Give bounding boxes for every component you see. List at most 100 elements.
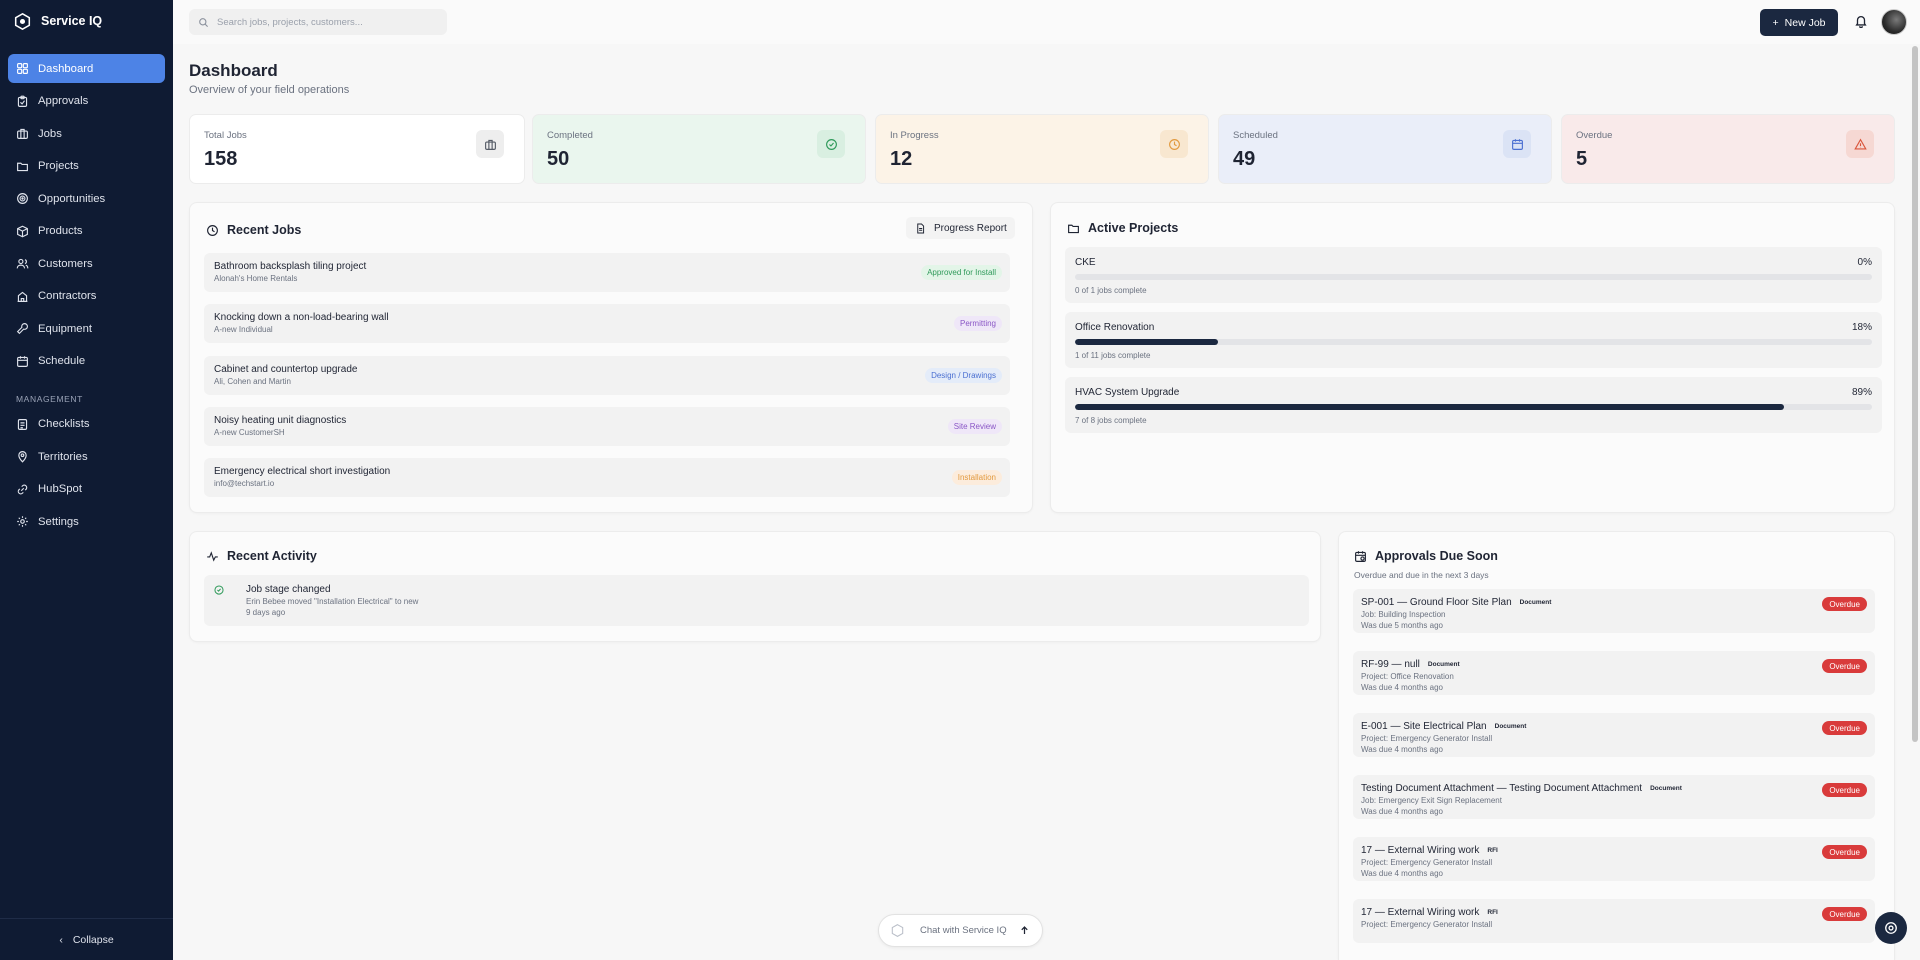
project-progress-track (1075, 274, 1872, 280)
approval-title-line: 17 — External Wiring work RFI (1361, 907, 1498, 918)
overdue-badge: Overdue (1822, 907, 1867, 921)
approval-due: Was due 4 months ago (1361, 807, 1443, 816)
gear-icon (17, 516, 28, 527)
job-customer: Alonah's Home Rentals (214, 274, 298, 283)
project-row[interactable]: HVAC System Upgrade 89% 7 of 8 jobs comp… (1065, 377, 1882, 433)
sidebar-item-contractors[interactable]: Contractors (8, 282, 165, 311)
job-row[interactable]: Noisy heating unit diagnostics A-new Cus… (204, 407, 1010, 446)
page-scrollbar[interactable] (1912, 46, 1918, 742)
job-row[interactable]: Cabinet and countertop upgrade Ali, Cohe… (204, 356, 1010, 395)
stat-icon-box (476, 130, 504, 158)
stat-icon-box (817, 130, 845, 158)
search-placeholder: Search jobs, projects, customers... (217, 16, 363, 28)
approval-title: RF-99 — null (1361, 659, 1420, 670)
page-title: Dashboard (189, 61, 278, 80)
approval-context: Job: Building Inspection (1361, 610, 1446, 619)
stat-label: Completed (547, 130, 593, 141)
project-progress-fill (1075, 404, 1785, 410)
calendar-icon (17, 355, 28, 367)
project-percent: 89% (1851, 387, 1872, 398)
topbar: Search jobs, projects, customers... + Ne… (173, 0, 1920, 44)
checklist-icon (17, 418, 28, 430)
status-badge: Approved for Install (921, 265, 1002, 280)
status-badge: Design / Drawings (925, 368, 1002, 383)
users-icon (16, 258, 29, 269)
project-row[interactable]: CKE 0% 0 of 1 jobs complete (1065, 247, 1882, 303)
approval-due: Was due 4 months ago (1361, 683, 1443, 692)
sidebar-item-dashboard[interactable]: Dashboard (8, 54, 165, 83)
approval-row[interactable]: Testing Document Attachment — Testing Do… (1353, 775, 1875, 819)
folder-icon (1068, 224, 1079, 233)
approval-context: Project: Office Renovation (1361, 672, 1454, 681)
sidebar-nav: Dashboard Approvals Jobs Projects Opport… (0, 54, 173, 536)
stat-card-total-jobs: Total Jobs 158 (189, 114, 525, 184)
sidebar-item-products[interactable]: Products (8, 217, 165, 246)
approvals-header: Approvals Due Soon (1354, 549, 1498, 563)
approval-row[interactable]: RF-99 — null Document Project: Office Ren… (1353, 651, 1875, 695)
sidebar-item-jobs[interactable]: Jobs (8, 119, 165, 148)
chat-input[interactable]: Chat with Service IQ (878, 914, 1043, 947)
job-customer: A-new Individual (214, 325, 273, 334)
approval-title: 17 — External Wiring work (1361, 907, 1480, 918)
progress-report-button[interactable]: Progress Report (906, 217, 1015, 239)
job-row[interactable]: Knocking down a non-load-bearing wall A-… (204, 304, 1010, 343)
sidebar-item-territories[interactable]: Territories (8, 442, 165, 471)
help-icon (1885, 922, 1897, 934)
stat-value: 49 (1233, 148, 1256, 170)
approval-type-tag: RFI (1487, 909, 1498, 916)
sidebar-item-hubspot[interactable]: HubSpot (8, 475, 165, 504)
progress-report-label: Progress Report (934, 222, 1007, 234)
new-job-button[interactable]: + New Job (1760, 9, 1838, 36)
stat-label: Scheduled (1233, 130, 1278, 141)
approval-title: SP-001 — Ground Floor Site Plan (1361, 597, 1512, 608)
help-button[interactable] (1875, 912, 1907, 944)
activity-detail: Erin Bebee moved "Installation Electrica… (246, 597, 419, 606)
briefcase-icon (484, 139, 496, 150)
collapse-button[interactable]: ‹ Collapse (0, 918, 173, 960)
approval-due: Was due 4 months ago (1361, 869, 1443, 878)
approval-row[interactable]: E-001 — Site Electrical Plan Document Pro… (1353, 713, 1875, 757)
sidebar-item-projects[interactable]: Projects (8, 152, 165, 181)
project-progress-fill (1075, 339, 1219, 345)
sidebar-item-approvals[interactable]: Approvals (8, 87, 165, 116)
bell-icon[interactable] (1854, 14, 1868, 28)
app-name: Service IQ (41, 14, 103, 28)
project-name: HVAC System Upgrade (1075, 387, 1180, 398)
avatar[interactable] (1881, 9, 1907, 35)
sidebar-item-label: Products (38, 225, 83, 237)
activity-title: Job stage changed (246, 584, 331, 595)
management-section-label: MANAGEMENT (16, 393, 83, 404)
arrow-up-icon[interactable] (1019, 925, 1030, 936)
approval-type-tag: Document (1494, 723, 1527, 730)
stat-icon-box (1503, 130, 1531, 158)
sidebar-item-schedule[interactable]: Schedule (8, 347, 165, 376)
stat-value: 5 (1576, 148, 1588, 170)
sidebar-item-equipment[interactable]: Equipment (8, 314, 165, 343)
search-input[interactable]: Search jobs, projects, customers... (189, 9, 447, 35)
card-title: Active Projects (1088, 221, 1179, 235)
approval-type-tag: Document (1427, 661, 1460, 668)
sidebar-item-customers[interactable]: Customers (8, 249, 165, 278)
activity-row[interactable]: Job stage changed Erin Bebee moved "Inst… (204, 575, 1309, 626)
approvals-due-soon-card: Approvals Due Soon Overdue and due in th… (1338, 531, 1895, 960)
project-row[interactable]: Office Renovation 18% 1 of 11 jobs compl… (1065, 312, 1882, 368)
stat-label: In Progress (890, 130, 939, 141)
sidebar-item-label: Schedule (38, 355, 86, 367)
stat-label: Total Jobs (204, 130, 247, 141)
sidebar-item-label: Checklists (38, 418, 90, 430)
sidebar-item-label: Approvals (38, 95, 89, 107)
stat-card-overdue: Overdue 5 (1561, 114, 1895, 184)
sidebar-item-label: Dashboard (38, 62, 94, 75)
approval-row[interactable]: SP-001 — Ground Floor Site Plan Document … (1353, 589, 1875, 633)
sidebar-item-settings[interactable]: Settings (8, 507, 165, 536)
sidebar-item-checklists[interactable]: Checklists (8, 410, 165, 439)
brand[interactable]: Service IQ (0, 0, 173, 42)
approval-row[interactable]: 17 — External Wiring work RFI Project: Em… (1353, 899, 1875, 943)
job-row[interactable]: Bathroom backsplash tiling project Alona… (204, 253, 1010, 292)
sidebar-item-opportunities[interactable]: Opportunities (8, 184, 165, 213)
recent-activity-header: Recent Activity (206, 549, 317, 563)
file-text-icon (917, 223, 925, 233)
job-row[interactable]: Emergency electrical short investigation… (204, 458, 1010, 497)
search-icon (199, 17, 209, 27)
approval-row[interactable]: 17 — External Wiring work RFI Project: Em… (1353, 837, 1875, 881)
